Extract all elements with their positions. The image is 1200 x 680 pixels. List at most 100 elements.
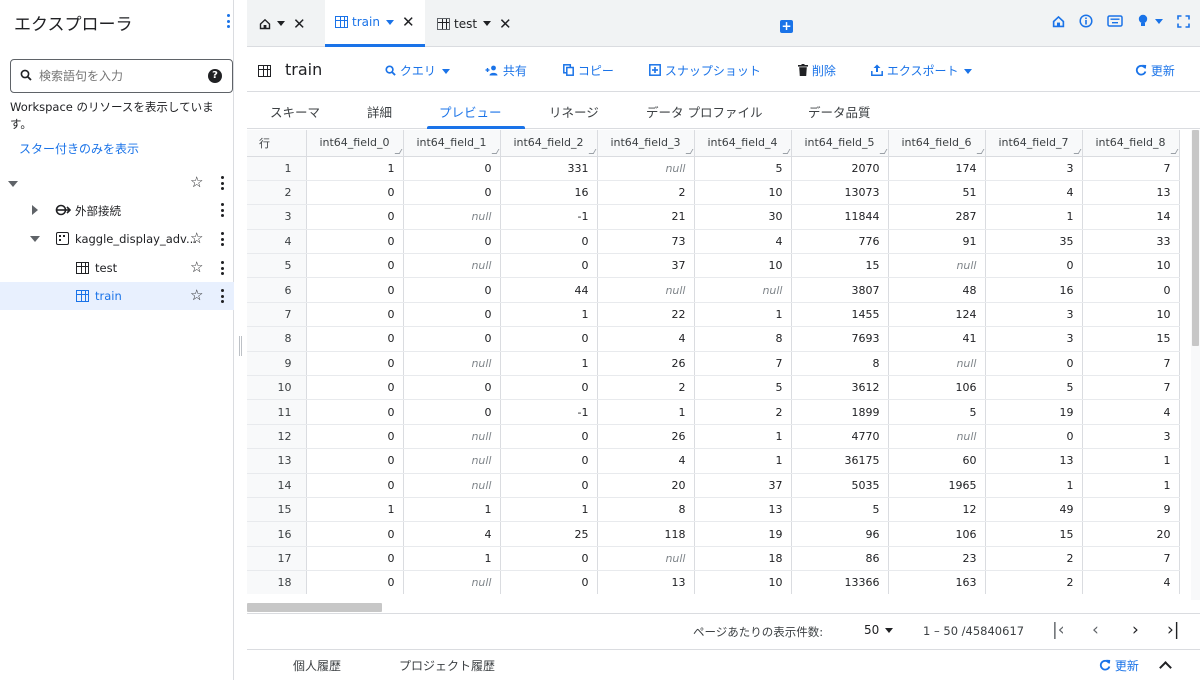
table-cell[interactable]: 4 [597,448,695,474]
table-cell[interactable]: 13073 [791,180,889,206]
table-cell[interactable]: 0 [500,253,598,279]
previous-page-icon[interactable]: ‹ [1092,620,1099,640]
table-cell[interactable]: 7 [1082,375,1180,401]
chevron-up-icon[interactable] [1159,661,1172,674]
table-cell[interactable]: 41 [888,326,986,352]
table-cell[interactable]: 1 [500,351,598,377]
table-cell[interactable]: null [403,424,501,450]
table-cell[interactable]: 0 [306,326,404,352]
copy-button[interactable]: コピー [563,62,614,79]
row-number[interactable]: 12 [247,424,307,450]
column-resize-icon[interactable] [976,148,984,154]
table-cell[interactable]: 7 [1082,546,1180,572]
table-cell[interactable]: 0 [306,253,404,279]
star-icon[interactable]: ☆ [190,259,203,275]
table-cell[interactable]: 10 [1082,302,1180,328]
table-cell[interactable]: 0 [306,448,404,474]
column-resize-icon[interactable] [1073,148,1081,154]
table-cell[interactable]: 1 [500,497,598,523]
horizontal-scrollbar[interactable] [247,603,382,612]
table-cell[interactable]: 1899 [791,399,889,425]
table-cell[interactable]: 0 [985,424,1083,450]
row-number[interactable]: 3 [247,204,307,230]
tab-train[interactable]: train ✕ [325,0,425,47]
table-cell[interactable]: 0 [403,302,501,328]
table-cell[interactable]: 1 [694,424,792,450]
row-number[interactable]: 10 [247,375,307,401]
column-header[interactable]: int64_field_3 [597,130,695,157]
tree-item-table-test[interactable]: test ☆ [0,254,234,282]
more-icon[interactable] [219,261,225,275]
tree-item-table-train[interactable]: train ☆ [0,282,234,310]
table-cell[interactable]: 118 [597,521,695,547]
query-button[interactable]: クエリ [385,62,450,79]
table-cell[interactable]: 4 [597,326,695,352]
table-cell[interactable]: 16 [500,180,598,206]
table-cell[interactable]: 37 [694,473,792,498]
table-cell[interactable]: 51 [888,180,986,206]
table-cell[interactable]: 14 [1082,204,1180,230]
table-cell[interactable]: 0 [306,204,404,230]
next-page-icon[interactable]: › [1132,620,1139,640]
table-cell[interactable]: -1 [500,399,598,425]
table-cell[interactable]: 13 [694,497,792,523]
table-cell[interactable]: 86 [791,546,889,572]
table-cell[interactable]: 37 [597,253,695,279]
table-cell[interactable]: 5 [791,497,889,523]
table-cell[interactable]: 3 [1082,424,1180,450]
column-resize-icon[interactable] [491,148,499,154]
row-number[interactable]: 1 [247,156,307,181]
table-cell[interactable]: 0 [403,375,501,401]
table-cell[interactable]: 0 [403,277,501,303]
subtab-data-quality[interactable]: データ品質 [808,102,871,121]
table-cell[interactable]: 1 [306,156,404,181]
column-resize-icon[interactable] [394,148,402,154]
table-cell[interactable]: 174 [888,156,986,181]
table-cell[interactable]: 13 [985,448,1083,474]
table-cell[interactable]: 35 [985,229,1083,255]
table-cell[interactable]: 2 [694,399,792,425]
table-cell[interactable]: 1 [1082,473,1180,498]
table-cell[interactable]: 0 [403,399,501,425]
table-cell[interactable]: 0 [306,546,404,572]
panel-resize-handle[interactable] [239,336,242,356]
table-cell[interactable]: 4770 [791,424,889,450]
row-number[interactable]: 11 [247,399,307,425]
table-cell[interactable]: 25 [500,521,598,547]
table-cell[interactable]: 0 [306,473,404,498]
table-cell[interactable]: 0 [500,473,598,498]
table-cell[interactable]: null [403,351,501,377]
table-cell[interactable]: 7693 [791,326,889,352]
table-cell[interactable]: null [597,277,695,303]
table-cell[interactable]: 3 [985,156,1083,181]
table-cell[interactable]: 20 [597,473,695,498]
star-icon[interactable]: ☆ [190,287,203,303]
history-refresh-button[interactable]: 更新 [1099,657,1139,674]
table-cell[interactable]: 0 [500,326,598,352]
column-header[interactable]: int64_field_0 [306,130,404,157]
table-cell[interactable]: 48 [888,277,986,303]
table-cell[interactable]: 1965 [888,473,986,498]
table-cell[interactable]: 7 [694,351,792,377]
column-resize-icon[interactable] [588,148,596,154]
tab-project-history[interactable]: プロジェクト履歴 [399,657,495,674]
table-cell[interactable]: null [403,253,501,279]
row-number[interactable]: 18 [247,570,307,594]
table-cell[interactable]: 106 [888,521,986,547]
table-cell[interactable]: null [597,546,695,572]
table-cell[interactable]: 3 [985,302,1083,328]
star-icon[interactable]: ☆ [190,174,203,190]
table-cell[interactable]: 23 [888,546,986,572]
table-cell[interactable]: 12 [888,497,986,523]
table-cell[interactable]: 0 [985,253,1083,279]
table-cell[interactable]: 16 [985,277,1083,303]
table-cell[interactable]: 1 [403,497,501,523]
column-header[interactable]: int64_field_8 [1082,130,1180,157]
table-cell[interactable]: 4 [985,180,1083,206]
page-size-select[interactable]: 50 [864,623,894,637]
table-cell[interactable]: 0 [403,180,501,206]
table-cell[interactable]: 0 [306,399,404,425]
table-cell[interactable]: 2 [597,180,695,206]
table-cell[interactable]: 106 [888,375,986,401]
column-resize-icon[interactable] [879,148,887,154]
